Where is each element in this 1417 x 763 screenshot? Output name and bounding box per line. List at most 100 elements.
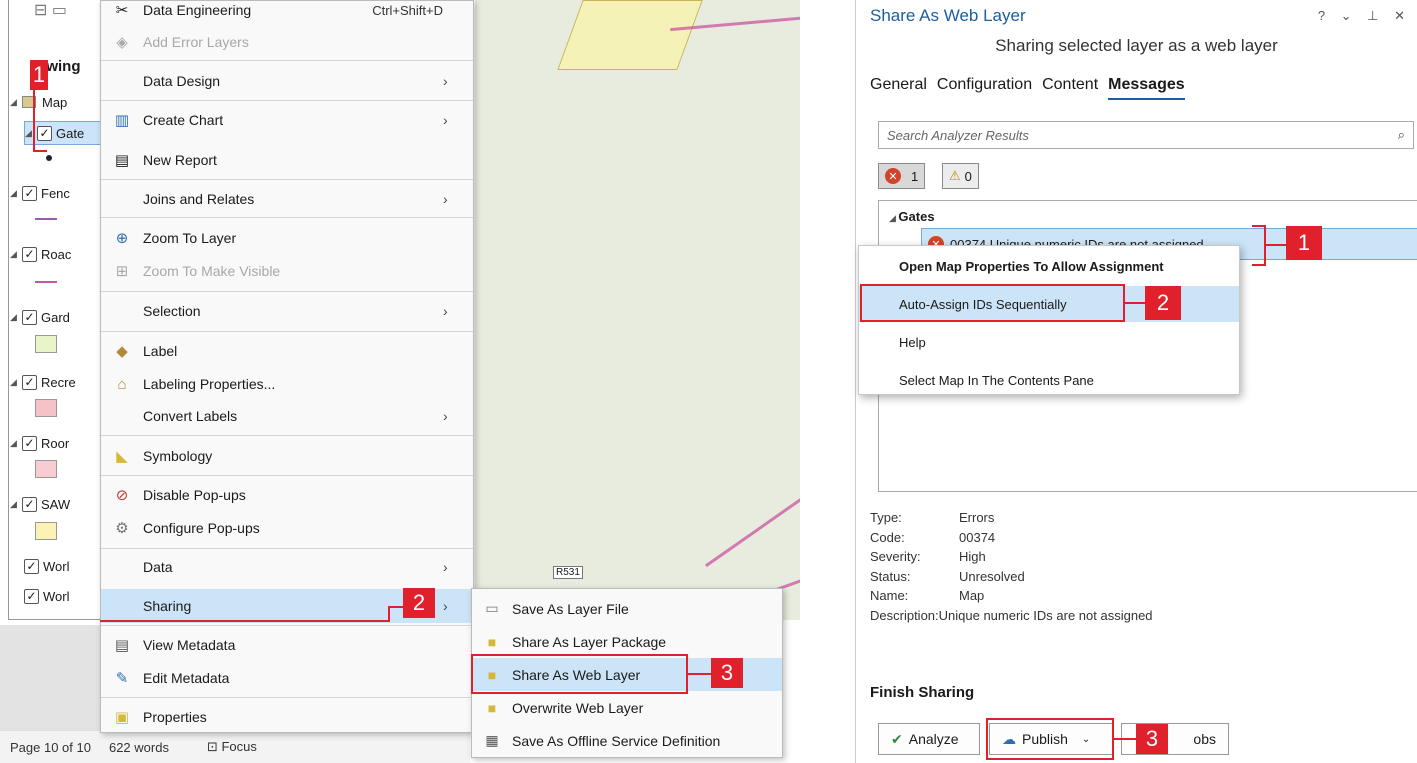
menu-item-convert-labels[interactable]: Convert Labels › xyxy=(101,399,473,433)
chevron-right-icon: › xyxy=(443,559,448,575)
layer-checkbox[interactable]: ✓ xyxy=(22,309,37,325)
layer-checkbox[interactable]: ✓ xyxy=(22,246,37,262)
errors-filter-button[interactable]: ✕ 1 xyxy=(878,163,926,189)
warning-icon: ⚠ xyxy=(949,168,961,183)
callout-badge-2: 2 xyxy=(403,588,435,618)
layer-checkbox[interactable]: ✓ xyxy=(37,125,52,141)
menu-item-edit-metadata[interactable]: ✎ Edit Metadata xyxy=(101,661,473,695)
layer-package-icon: ■ xyxy=(487,633,497,650)
menu-item-data[interactable]: Data › xyxy=(101,550,473,584)
menu-item-open-map-properties[interactable]: Open Map Properties To Allow Assignment xyxy=(859,248,1239,284)
callout-line xyxy=(388,606,404,608)
menu-item-disable-popups[interactable]: ⊘ Disable Pop-ups xyxy=(101,478,473,512)
tree-layer-roads[interactable]: ◢ ✓ Roac xyxy=(10,242,71,266)
finish-sharing-heading: Finish Sharing xyxy=(870,684,975,701)
pane-subtitle: Sharing selected layer as a web layer xyxy=(995,36,1278,55)
tree-map[interactable]: ◢ Map xyxy=(10,90,67,114)
menu-item-create-chart[interactable]: ▥ Create Chart › xyxy=(101,103,473,137)
map-road xyxy=(704,495,800,568)
layer-checkbox[interactable]: ✓ xyxy=(22,435,37,451)
layer-checkbox[interactable]: ✓ xyxy=(22,496,37,512)
layer-checkbox[interactable]: ✓ xyxy=(22,374,37,390)
disable-popups-icon: ⊘ xyxy=(115,487,129,504)
menu-item-add-error-layers[interactable]: ◈ Add Error Layers xyxy=(101,25,473,59)
tree-layer-recreation[interactable]: ◢ ✓ Recre xyxy=(10,370,76,394)
search-icon[interactable]: ⌕ xyxy=(1398,127,1405,143)
result-group[interactable]: ◢ Gates xyxy=(889,209,935,224)
submenu-item-save-layer-file[interactable]: ▭ Save As Layer File xyxy=(472,592,782,625)
layer-checkbox[interactable]: ✓ xyxy=(22,185,37,201)
layer-file-icon: ▭ xyxy=(485,600,499,616)
line-symbol xyxy=(35,218,57,220)
fill-swatch xyxy=(35,335,57,353)
word-count[interactable]: 622 words xyxy=(109,740,169,755)
fill-swatch xyxy=(35,522,57,540)
map-view[interactable] xyxy=(475,0,800,620)
menu-separator xyxy=(101,291,473,292)
service-definition-icon: ▦ xyxy=(485,732,499,748)
submenu-item-offline-service-definition[interactable]: ▦ Save As Offline Service Definition xyxy=(472,724,782,757)
tab-general[interactable]: General xyxy=(870,76,927,100)
callout-line xyxy=(100,620,390,622)
tree-layer-world-2[interactable]: ✓ Worl xyxy=(24,584,69,608)
warnings-filter-button[interactable]: ⚠ 0 xyxy=(942,163,979,189)
page-count[interactable]: Page 10 of 10 xyxy=(10,740,91,755)
tree-layer-rooms[interactable]: ◢ ✓ Roor xyxy=(10,431,69,455)
callout-box xyxy=(471,654,688,694)
chevron-right-icon: › xyxy=(443,303,448,319)
menu-item-zoom-visible[interactable]: ⊞ Zoom To Make Visible xyxy=(101,254,473,288)
window-controls[interactable]: ? ⌄ ⊥ ✕ xyxy=(1318,8,1411,24)
tree-layer-world-1[interactable]: ✓ Worl xyxy=(24,554,69,578)
analyze-button[interactable]: ✔ Analyze xyxy=(878,723,980,755)
menu-separator xyxy=(101,697,473,698)
menu-item-symbology[interactable]: ◣ Symbology xyxy=(101,439,473,473)
label-icon: ◆ xyxy=(116,343,128,360)
menu-item-view-metadata[interactable]: ▤ View Metadata xyxy=(101,628,473,662)
chart-icon: ▥ xyxy=(114,112,130,129)
error-layers-icon: ◈ xyxy=(116,34,128,51)
layer-checkbox[interactable]: ✓ xyxy=(24,588,39,604)
menu-item-new-report[interactable]: ▤ New Report xyxy=(101,143,473,177)
menu-item-configure-popups[interactable]: ⚙ Configure Pop-ups xyxy=(101,511,473,545)
tree-layer-gardens[interactable]: ◢ ✓ Gard xyxy=(10,305,70,329)
menu-separator xyxy=(101,217,473,218)
menu-item-select-map[interactable]: Select Map In The Contents Pane xyxy=(859,362,1239,398)
tab-configuration[interactable]: Configuration xyxy=(937,76,1032,100)
properties-icon: ▣ xyxy=(114,709,130,726)
callout-badge-3: 3 xyxy=(711,658,743,688)
callout-box xyxy=(986,718,1114,760)
callout-line xyxy=(1252,264,1266,266)
pane-tabs: General Configuration Content Messages xyxy=(870,76,1185,100)
menu-item-labeling-properties[interactable]: ⌂ Labeling Properties... xyxy=(101,367,473,401)
configure-popups-icon: ⚙ xyxy=(115,520,129,537)
contents-tab-icons[interactable]: ⊟ ▭ xyxy=(34,0,67,20)
menu-separator xyxy=(101,100,473,101)
pane-title: Share As Web Layer xyxy=(870,6,1026,25)
tab-messages[interactable]: Messages xyxy=(1108,76,1185,100)
menu-item-data-design[interactable]: Data Design › xyxy=(101,64,473,98)
menu-item-help[interactable]: Help xyxy=(859,324,1239,360)
menu-item-selection[interactable]: Selection › xyxy=(101,294,473,328)
tree-layer-fences[interactable]: ◢ ✓ Fenc xyxy=(10,181,70,205)
tree-layer-saw[interactable]: ◢ ✓ SAW xyxy=(10,492,70,516)
callout-line xyxy=(33,90,35,152)
menu-item-label[interactable]: ◆ Label xyxy=(101,334,473,368)
menu-item-properties[interactable]: ▣ Properties xyxy=(101,700,473,734)
menu-item-zoom-to-layer[interactable]: ⊕ Zoom To Layer xyxy=(101,221,473,255)
menu-separator xyxy=(101,435,473,436)
focus-button[interactable]: ⊡ Focus xyxy=(207,739,257,755)
menu-item-data-engineering[interactable]: ✂ Data Engineering Ctrl+Shift+D xyxy=(101,0,473,27)
map-parcel xyxy=(557,0,703,70)
tree-layer-gates[interactable]: ◢ ✓ Gate xyxy=(24,121,110,145)
contents-pane: ⊟ ▭ awing ◢ Map ◢ ✓ Gate ◢ ✓ Fenc ◢ ✓ Roac ◢ ✓ Ga… xyxy=(0,0,110,630)
callout-badge-2-right: 2 xyxy=(1145,286,1181,320)
error-icon: ✕ xyxy=(885,168,901,184)
tab-content[interactable]: Content xyxy=(1042,76,1098,100)
layer-checkbox[interactable]: ✓ xyxy=(24,558,39,574)
search-input[interactable]: Search Analyzer Results ⌕ xyxy=(878,121,1414,149)
chevron-right-icon: › xyxy=(443,408,448,424)
menu-item-joins-relates[interactable]: Joins and Relates › xyxy=(101,182,473,216)
menu-separator xyxy=(101,625,473,626)
submenu-item-overwrite-web-layer[interactable]: ■ Overwrite Web Layer xyxy=(472,691,782,724)
callout-line xyxy=(1114,738,1136,740)
